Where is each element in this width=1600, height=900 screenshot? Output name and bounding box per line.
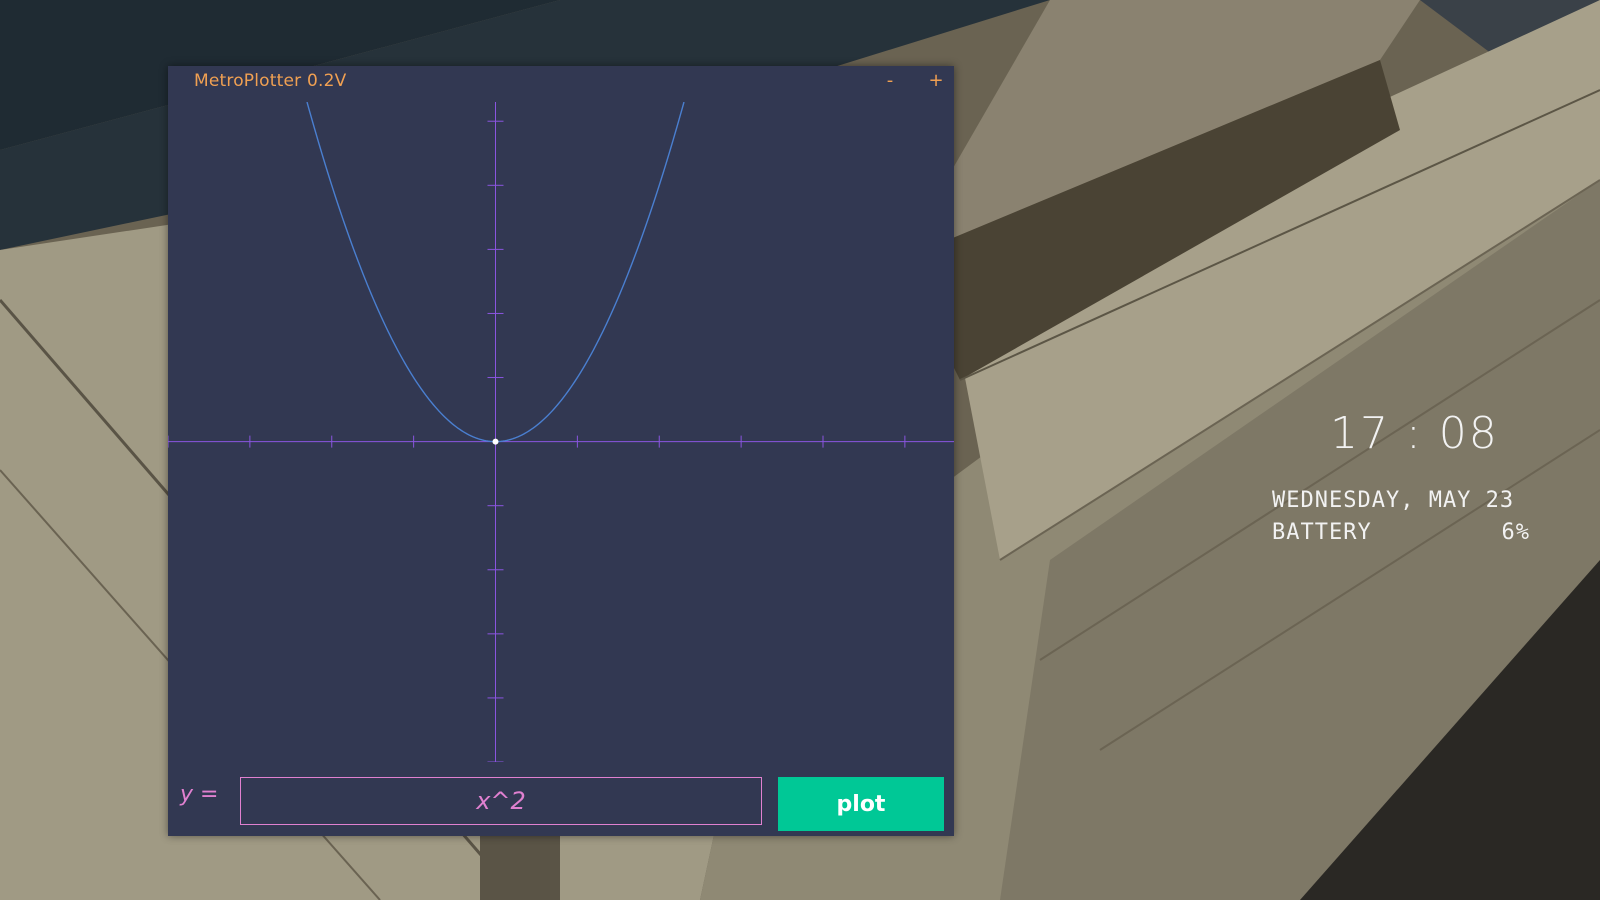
- maximize-button[interactable]: +: [924, 69, 948, 93]
- minimize-button[interactable]: -: [878, 69, 902, 93]
- desktop: MetroPlotter 0.2V - + y = plot 17 : 08 W…: [0, 0, 1600, 900]
- expression-input[interactable]: [240, 777, 762, 825]
- plot-button[interactable]: plot: [778, 777, 944, 831]
- input-row: y = plot: [168, 770, 954, 831]
- y-equals-label: y =: [180, 782, 219, 807]
- clock-time: 17 : 08: [1330, 408, 1499, 459]
- date-text: WEDNESDAY, MAY 23: [1272, 488, 1515, 513]
- origin-point: [492, 438, 499, 445]
- title-bar[interactable]: MetroPlotter 0.2V - +: [168, 66, 954, 98]
- plot-canvas[interactable]: [168, 102, 954, 762]
- plotter-window: MetroPlotter 0.2V - + y = plot: [168, 66, 954, 836]
- battery-label: BATTERY: [1272, 520, 1372, 545]
- battery-value: 6%: [1501, 520, 1530, 545]
- window-title: MetroPlotter 0.2V: [194, 71, 347, 91]
- battery-row: BATTERY 6%: [1272, 520, 1530, 545]
- axes: [168, 102, 954, 762]
